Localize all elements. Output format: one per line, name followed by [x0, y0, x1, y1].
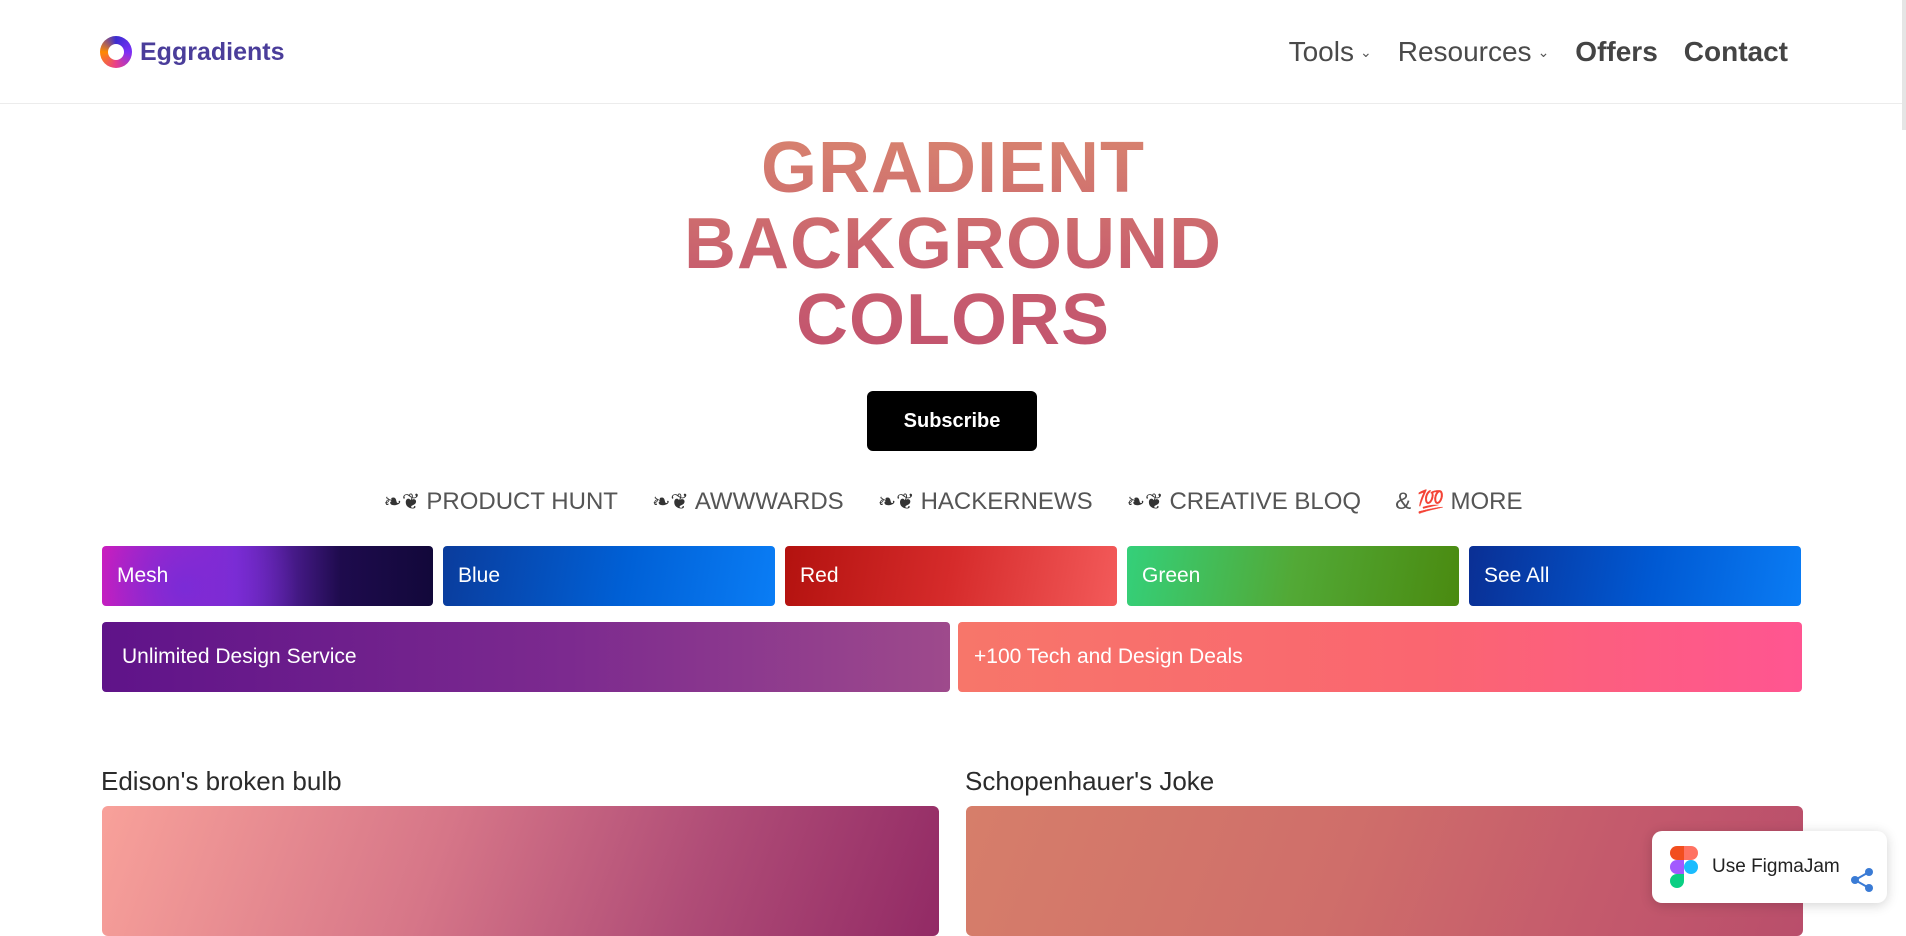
banner-design-service[interactable]: Unlimited Design Service [102, 622, 950, 692]
category-mesh[interactable]: Mesh [102, 546, 433, 606]
press-item-awwwards: ❧❦ AWWWARDS [652, 488, 844, 516]
press-label: MORE [1450, 488, 1523, 515]
nav-offers-label: Offers [1575, 36, 1658, 67]
title-line-2: BACKGROUND [684, 204, 1222, 284]
nav-offers[interactable]: Offers [1575, 36, 1657, 68]
eggradients-logo-icon [100, 36, 132, 68]
subscribe-button[interactable]: Subscribe [867, 391, 1037, 451]
share-icon[interactable] [1848, 866, 1878, 896]
laurel-icon: ❧❦ [383, 489, 421, 514]
press-item-more: & 💯 MORE [1395, 488, 1522, 516]
laurel-icon: ❧❦ [651, 489, 689, 514]
category-blue[interactable]: Blue [443, 546, 775, 606]
category-label: See All [1484, 564, 1550, 587]
category-label: Green [1142, 564, 1201, 587]
category-label: Red [800, 564, 839, 587]
press-item-creative-bloq: ❧❦ CREATIVE BLOQ [1127, 488, 1361, 516]
nav-resources-label: Resources [1397, 36, 1532, 67]
nav-contact-label: Contact [1683, 36, 1788, 67]
category-green[interactable]: Green [1127, 546, 1459, 606]
chevron-down-icon: ⌄ [1537, 43, 1550, 60]
gradient-preview-card[interactable] [102, 806, 939, 936]
figmajam-label: Use FigmaJam [1712, 856, 1840, 877]
press-item-product-hunt: ❧❦ PRODUCT HUNT [384, 488, 618, 516]
title-line-3: COLORS [795, 280, 1110, 360]
laurel-icon: ❧❦ [877, 489, 915, 514]
gradient-card-title: Schopenhauer's Joke [965, 766, 1215, 796]
gradient-card-title: Edison's broken bulb [101, 766, 342, 796]
nav-resources[interactable]: Resources ⌄ [1398, 36, 1550, 68]
nav-tools-label: Tools [1288, 36, 1354, 67]
category-label: Blue [458, 564, 501, 587]
brand-logo-link[interactable]: Eggradients [100, 36, 284, 68]
main-nav: Tools ⌄ Resources ⌄ Offers Contact [1289, 36, 1788, 68]
banner-tech-deals[interactable]: +100 Tech and Design Deals [958, 622, 1802, 692]
press-item-hackernews: ❧❦ HACKERNEWS [878, 488, 1093, 516]
press-label: CREATIVE BLOQ [1169, 488, 1362, 515]
category-red[interactable]: Red [785, 546, 1117, 606]
brand-name: Eggradients [140, 37, 285, 66]
ampersand: & [1395, 488, 1412, 515]
press-label: HACKERNEWS [920, 488, 1093, 515]
press-mentions: ❧❦ PRODUCT HUNT ❧❦ AWWWARDS ❧❦ HACKERNEW… [0, 488, 1906, 516]
category-see-all[interactable]: See All [1469, 546, 1801, 606]
banner-label: Unlimited Design Service [122, 645, 357, 668]
category-label: Mesh [117, 564, 169, 587]
figma-icon [1670, 846, 1698, 888]
scrollbar[interactable] [1902, 0, 1906, 130]
site-header: Eggradients Tools ⌄ Resources ⌄ Offers C… [0, 0, 1906, 104]
nav-tools[interactable]: Tools ⌄ [1289, 36, 1372, 68]
laurel-icon: ❧❦ [1126, 489, 1164, 514]
banner-label: +100 Tech and Design Deals [974, 645, 1243, 668]
page-title: GRADIENT BACKGROUND COLORS [0, 130, 1906, 358]
hundred-emoji-icon: 💯 [1417, 489, 1445, 514]
press-label: AWWWARDS [694, 488, 844, 515]
chevron-down-icon: ⌄ [1359, 43, 1372, 60]
nav-contact[interactable]: Contact [1684, 36, 1788, 68]
press-label: PRODUCT HUNT [426, 488, 618, 515]
title-line-1: GRADIENT [761, 128, 1145, 208]
